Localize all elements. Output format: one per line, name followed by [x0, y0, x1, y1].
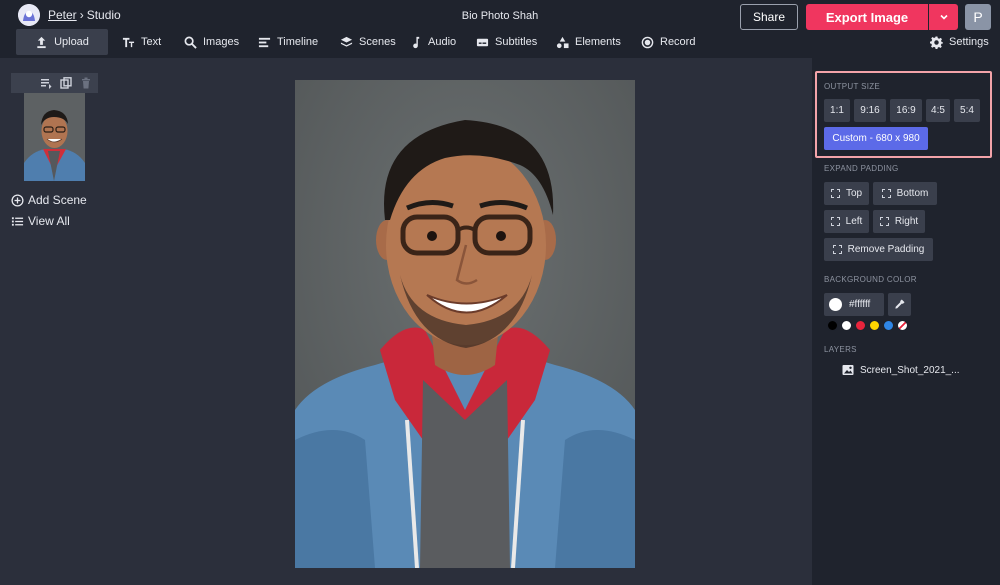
size-1-1-button[interactable]: 1:1 [824, 99, 850, 122]
breadcrumb: Peter › Studio [48, 8, 121, 22]
remove-padding-button[interactable]: Remove Padding [824, 238, 933, 261]
swatch-red[interactable] [855, 320, 866, 331]
tab-subtitles[interactable]: Subtitles [476, 29, 537, 55]
share-button[interactable]: Share [740, 4, 798, 30]
padding-bottom-button[interactable]: Bottom [873, 182, 937, 205]
swatch-black[interactable] [827, 320, 838, 331]
trash-icon[interactable] [80, 77, 92, 89]
padding-top-label: Top [845, 188, 863, 199]
swatch-yellow[interactable] [869, 320, 880, 331]
padding-top-button[interactable]: Top [824, 182, 869, 205]
background-color-value: #ffffff [849, 299, 871, 310]
background-color-button[interactable]: #ffffff [824, 293, 884, 316]
tab-text[interactable]: Text [122, 29, 161, 55]
tab-elements-label: Elements [575, 36, 621, 48]
tab-scenes[interactable]: Scenes [340, 29, 396, 55]
tab-timeline-label: Timeline [277, 36, 319, 48]
duplicate-icon[interactable] [60, 77, 72, 89]
padding-bottom-label: Bottom [896, 188, 929, 199]
breadcrumb-user-link[interactable]: Peter [48, 8, 77, 22]
upload-button[interactable]: Upload [16, 29, 108, 55]
swatch-blue[interactable] [883, 320, 894, 331]
image-icon [842, 365, 854, 375]
upload-icon [37, 36, 46, 48]
eyedropper-icon [895, 299, 905, 309]
swatch-transparent[interactable] [897, 320, 908, 331]
list-icon [11, 216, 24, 226]
view-all-label: View All [28, 214, 70, 228]
size-9-16-button[interactable]: 9:16 [854, 99, 886, 122]
export-options-dropdown[interactable] [929, 4, 958, 30]
gear-icon [930, 35, 943, 49]
scene-thumb-toolbar [11, 73, 98, 93]
tab-text-label: Text [141, 36, 162, 48]
timeline-icon [258, 37, 271, 47]
padding-left-button[interactable]: Left [824, 210, 869, 233]
breadcrumb-separator: › [79, 8, 84, 22]
add-scene-button[interactable]: Add Scene [11, 193, 87, 207]
shapes-icon [556, 36, 569, 48]
padding-right-label: Right [894, 216, 919, 227]
tab-audio[interactable]: Audio [409, 29, 456, 55]
tab-record[interactable]: Record [641, 29, 695, 55]
tab-images-label: Images [203, 36, 240, 48]
layers-label: LAYERS [824, 345, 857, 354]
export-image-button[interactable]: Export Image [806, 4, 928, 30]
output-size-label: OUTPUT SIZE [824, 82, 881, 91]
main-toolbar: Upload Text Images Timeline Scenes Audio… [0, 29, 1000, 56]
upload-label: Upload [54, 36, 89, 48]
dashed-square-icon [879, 217, 889, 226]
layer-name: Screen_Shot_2021_... [860, 364, 960, 376]
tab-subtitles-label: Subtitles [495, 36, 538, 48]
add-scene-label: Add Scene [28, 193, 87, 207]
size-16-9-button[interactable]: 16:9 [890, 99, 922, 122]
color-palette [827, 320, 908, 331]
expand-padding-label: EXPAND PADDING [824, 164, 899, 173]
view-all-button[interactable]: View All [11, 214, 70, 228]
dashed-square-icon [832, 245, 842, 254]
record-icon [641, 36, 654, 48]
tab-record-label: Record [660, 36, 696, 48]
music-note-icon [413, 36, 420, 48]
text-icon [122, 37, 135, 47]
properties-panel: OUTPUT SIZE 1:1 9:16 16:9 4:5 5:4 Custom… [812, 58, 1000, 585]
layer-item[interactable]: Screen_Shot_2021_... [842, 364, 960, 376]
user-avatar[interactable]: P [965, 4, 991, 30]
editor-canvas[interactable] [295, 80, 635, 568]
scene-thumbnail[interactable] [24, 93, 85, 181]
size-4-5-button[interactable]: 4:5 [926, 99, 950, 122]
subtitles-icon [476, 38, 489, 46]
padding-left-label: Left [845, 216, 863, 227]
swatch-white[interactable] [841, 320, 852, 331]
padding-right-button[interactable]: Right [873, 210, 925, 233]
top-bar: Peter › Studio Bio Photo Shah Share Export… [0, 0, 1000, 58]
dashed-square-icon [830, 189, 840, 198]
breadcrumb-section: Studio [86, 8, 121, 22]
tab-elements[interactable]: Elements [556, 29, 621, 55]
dashed-square-icon [881, 189, 891, 198]
layers-icon [340, 36, 353, 47]
remove-padding-label: Remove Padding [847, 244, 925, 255]
settings-button[interactable]: Settings [930, 29, 989, 55]
reorder-icon[interactable] [40, 77, 52, 89]
settings-label: Settings [949, 36, 989, 48]
tab-audio-label: Audio [428, 36, 457, 48]
chevron-down-icon [939, 14, 948, 20]
tab-scenes-label: Scenes [359, 36, 396, 48]
eyedropper-button[interactable] [888, 293, 911, 316]
app-logo-icon[interactable] [18, 4, 40, 26]
tab-timeline[interactable]: Timeline [258, 29, 318, 55]
custom-size-button[interactable]: Custom - 680 x 980 [824, 127, 928, 150]
search-icon [184, 36, 197, 49]
background-color-label: BACKGROUND COLOR [824, 275, 917, 284]
color-swatch [829, 298, 842, 311]
portrait-image [295, 80, 635, 568]
plus-circle-icon [11, 193, 24, 207]
dashed-square-icon [830, 217, 840, 226]
size-5-4-button[interactable]: 5:4 [954, 99, 980, 122]
tab-images[interactable]: Images [184, 29, 239, 55]
